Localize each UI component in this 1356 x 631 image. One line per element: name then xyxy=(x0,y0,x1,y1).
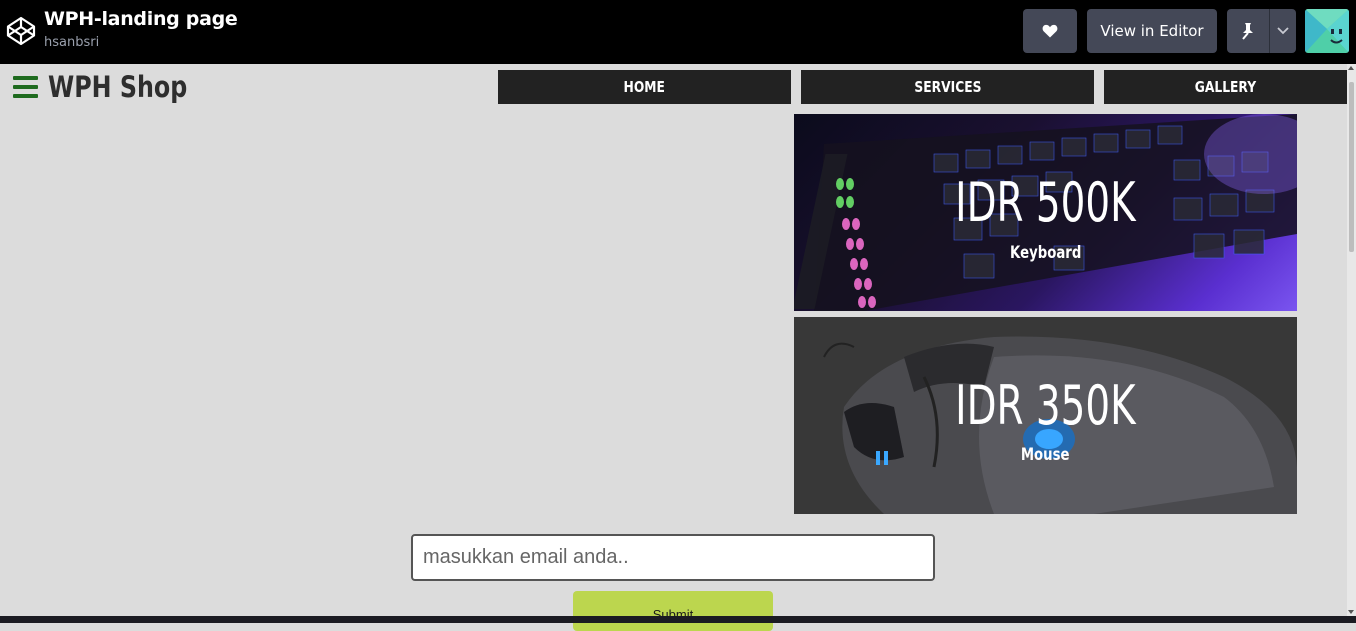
heart-icon xyxy=(1042,24,1058,38)
scroll-thumb[interactable] xyxy=(1349,82,1354,252)
pin-button[interactable] xyxy=(1227,9,1269,53)
nav-gallery-label: GALLERY xyxy=(1194,78,1257,96)
view-in-editor-button[interactable]: View in Editor xyxy=(1087,9,1217,53)
nav-services-label: SERVICES xyxy=(913,78,982,96)
nav-gallery[interactable]: GALLERY xyxy=(1104,70,1347,104)
user-avatar[interactable] xyxy=(1305,9,1349,53)
email-input[interactable] xyxy=(411,534,935,581)
codepen-logo-icon[interactable] xyxy=(6,16,36,46)
nav-services[interactable]: SERVICES xyxy=(801,70,1094,104)
submit-button[interactable]: Submit xyxy=(573,591,773,631)
mouse-price-text: IDR 350K xyxy=(955,374,1136,437)
keyboard-label: Keyboard xyxy=(794,243,1297,263)
product-card-keyboard[interactable]: IDR 500K Keyboard xyxy=(794,114,1297,311)
product-card-mouse[interactable]: IDR 350K Mouse xyxy=(794,317,1297,514)
hamburger-menu-icon[interactable] xyxy=(13,76,38,98)
heart-button[interactable] xyxy=(1023,9,1077,53)
pin-icon xyxy=(1242,23,1253,40)
scroll-down-arrow-icon[interactable] xyxy=(1348,610,1354,614)
chevron-down-icon xyxy=(1277,27,1289,35)
scroll-up-arrow-icon[interactable] xyxy=(1348,66,1354,70)
avatar-image xyxy=(1305,9,1349,53)
pin-dropdown-button[interactable] xyxy=(1269,9,1296,53)
nav-home[interactable]: HOME xyxy=(498,70,791,104)
site-brand[interactable]: WPH Shop xyxy=(48,70,187,104)
mouse-label: Mouse xyxy=(794,445,1297,465)
nav-home-label: HOME xyxy=(623,78,666,96)
page-scrollbar[interactable] xyxy=(1347,64,1356,616)
codepen-header: WPH-landing page hsanbsri View in Editor xyxy=(0,0,1356,64)
mouse-label-text: Mouse xyxy=(1021,445,1070,465)
keyboard-label-text: Keyboard xyxy=(1009,243,1082,263)
pen-author-link[interactable]: hsanbsri xyxy=(44,35,99,50)
keyboard-price-text: IDR 500K xyxy=(955,171,1136,234)
mouse-price: IDR 350K xyxy=(794,374,1297,437)
keyboard-price: IDR 500K xyxy=(794,171,1297,234)
pen-title: WPH-landing page xyxy=(44,8,238,30)
background-image-strip xyxy=(0,616,1356,623)
